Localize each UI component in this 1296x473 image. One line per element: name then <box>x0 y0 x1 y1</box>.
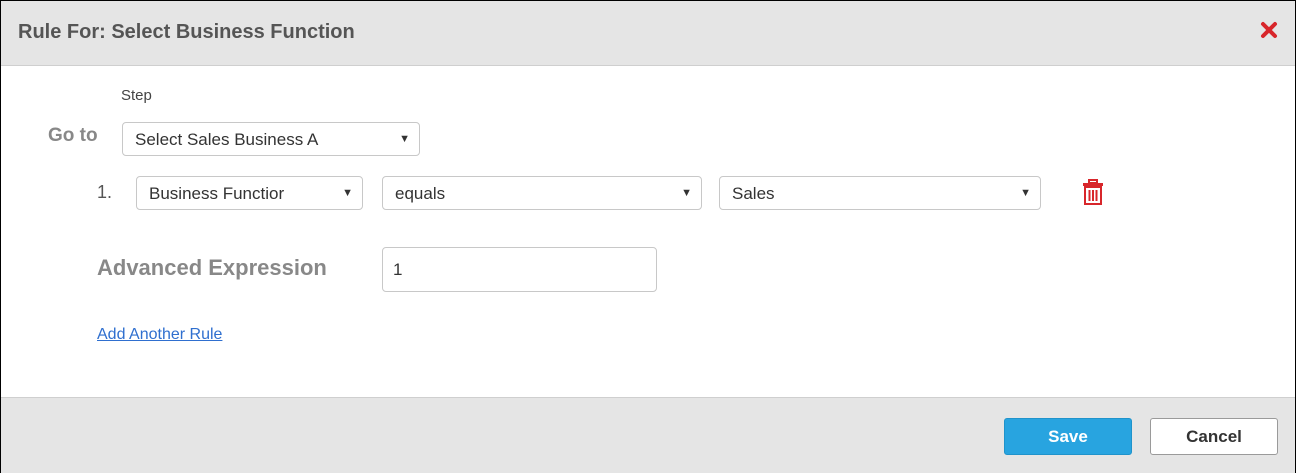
goto-step-select[interactable]: Select Sales Business A ▼ <box>122 122 420 156</box>
goto-step-value: Select Sales Business A <box>135 130 319 149</box>
chevron-down-icon: ▼ <box>399 133 410 145</box>
rule-field-value: Business Functior <box>149 184 285 203</box>
add-another-rule-link[interactable]: Add Another Rule <box>97 326 222 344</box>
step-label: Step <box>121 87 152 104</box>
chevron-down-icon: ▼ <box>1020 187 1031 199</box>
rule-operator-value: equals <box>395 184 446 203</box>
advanced-expression-input[interactable] <box>382 247 657 292</box>
cancel-button[interactable]: Cancel <box>1150 418 1278 455</box>
chevron-down-icon: ▼ <box>681 187 692 199</box>
rule-value-select[interactable]: Sales ▼ <box>719 176 1041 210</box>
rule-dialog: Rule For: Select Business Function Step … <box>0 0 1296 473</box>
goto-label: Go to <box>48 125 98 146</box>
rule-operator-select[interactable]: equals ▼ <box>382 176 702 210</box>
close-icon[interactable] <box>1257 18 1281 42</box>
trash-icon[interactable] <box>1082 179 1104 205</box>
dialog-header: Rule For: Select Business Function <box>1 1 1295 66</box>
dialog-footer: Save Cancel <box>1 397 1295 473</box>
chevron-down-icon: ▼ <box>342 187 353 199</box>
save-button[interactable]: Save <box>1004 418 1132 455</box>
rule-value-value: Sales <box>732 184 775 203</box>
rule-field-select[interactable]: Business Functior ▼ <box>136 176 363 210</box>
rule-number: 1. <box>97 182 113 202</box>
dialog-title: Rule For: Select Business Function <box>18 21 355 43</box>
advanced-expression-label: Advanced Expression <box>97 255 327 280</box>
